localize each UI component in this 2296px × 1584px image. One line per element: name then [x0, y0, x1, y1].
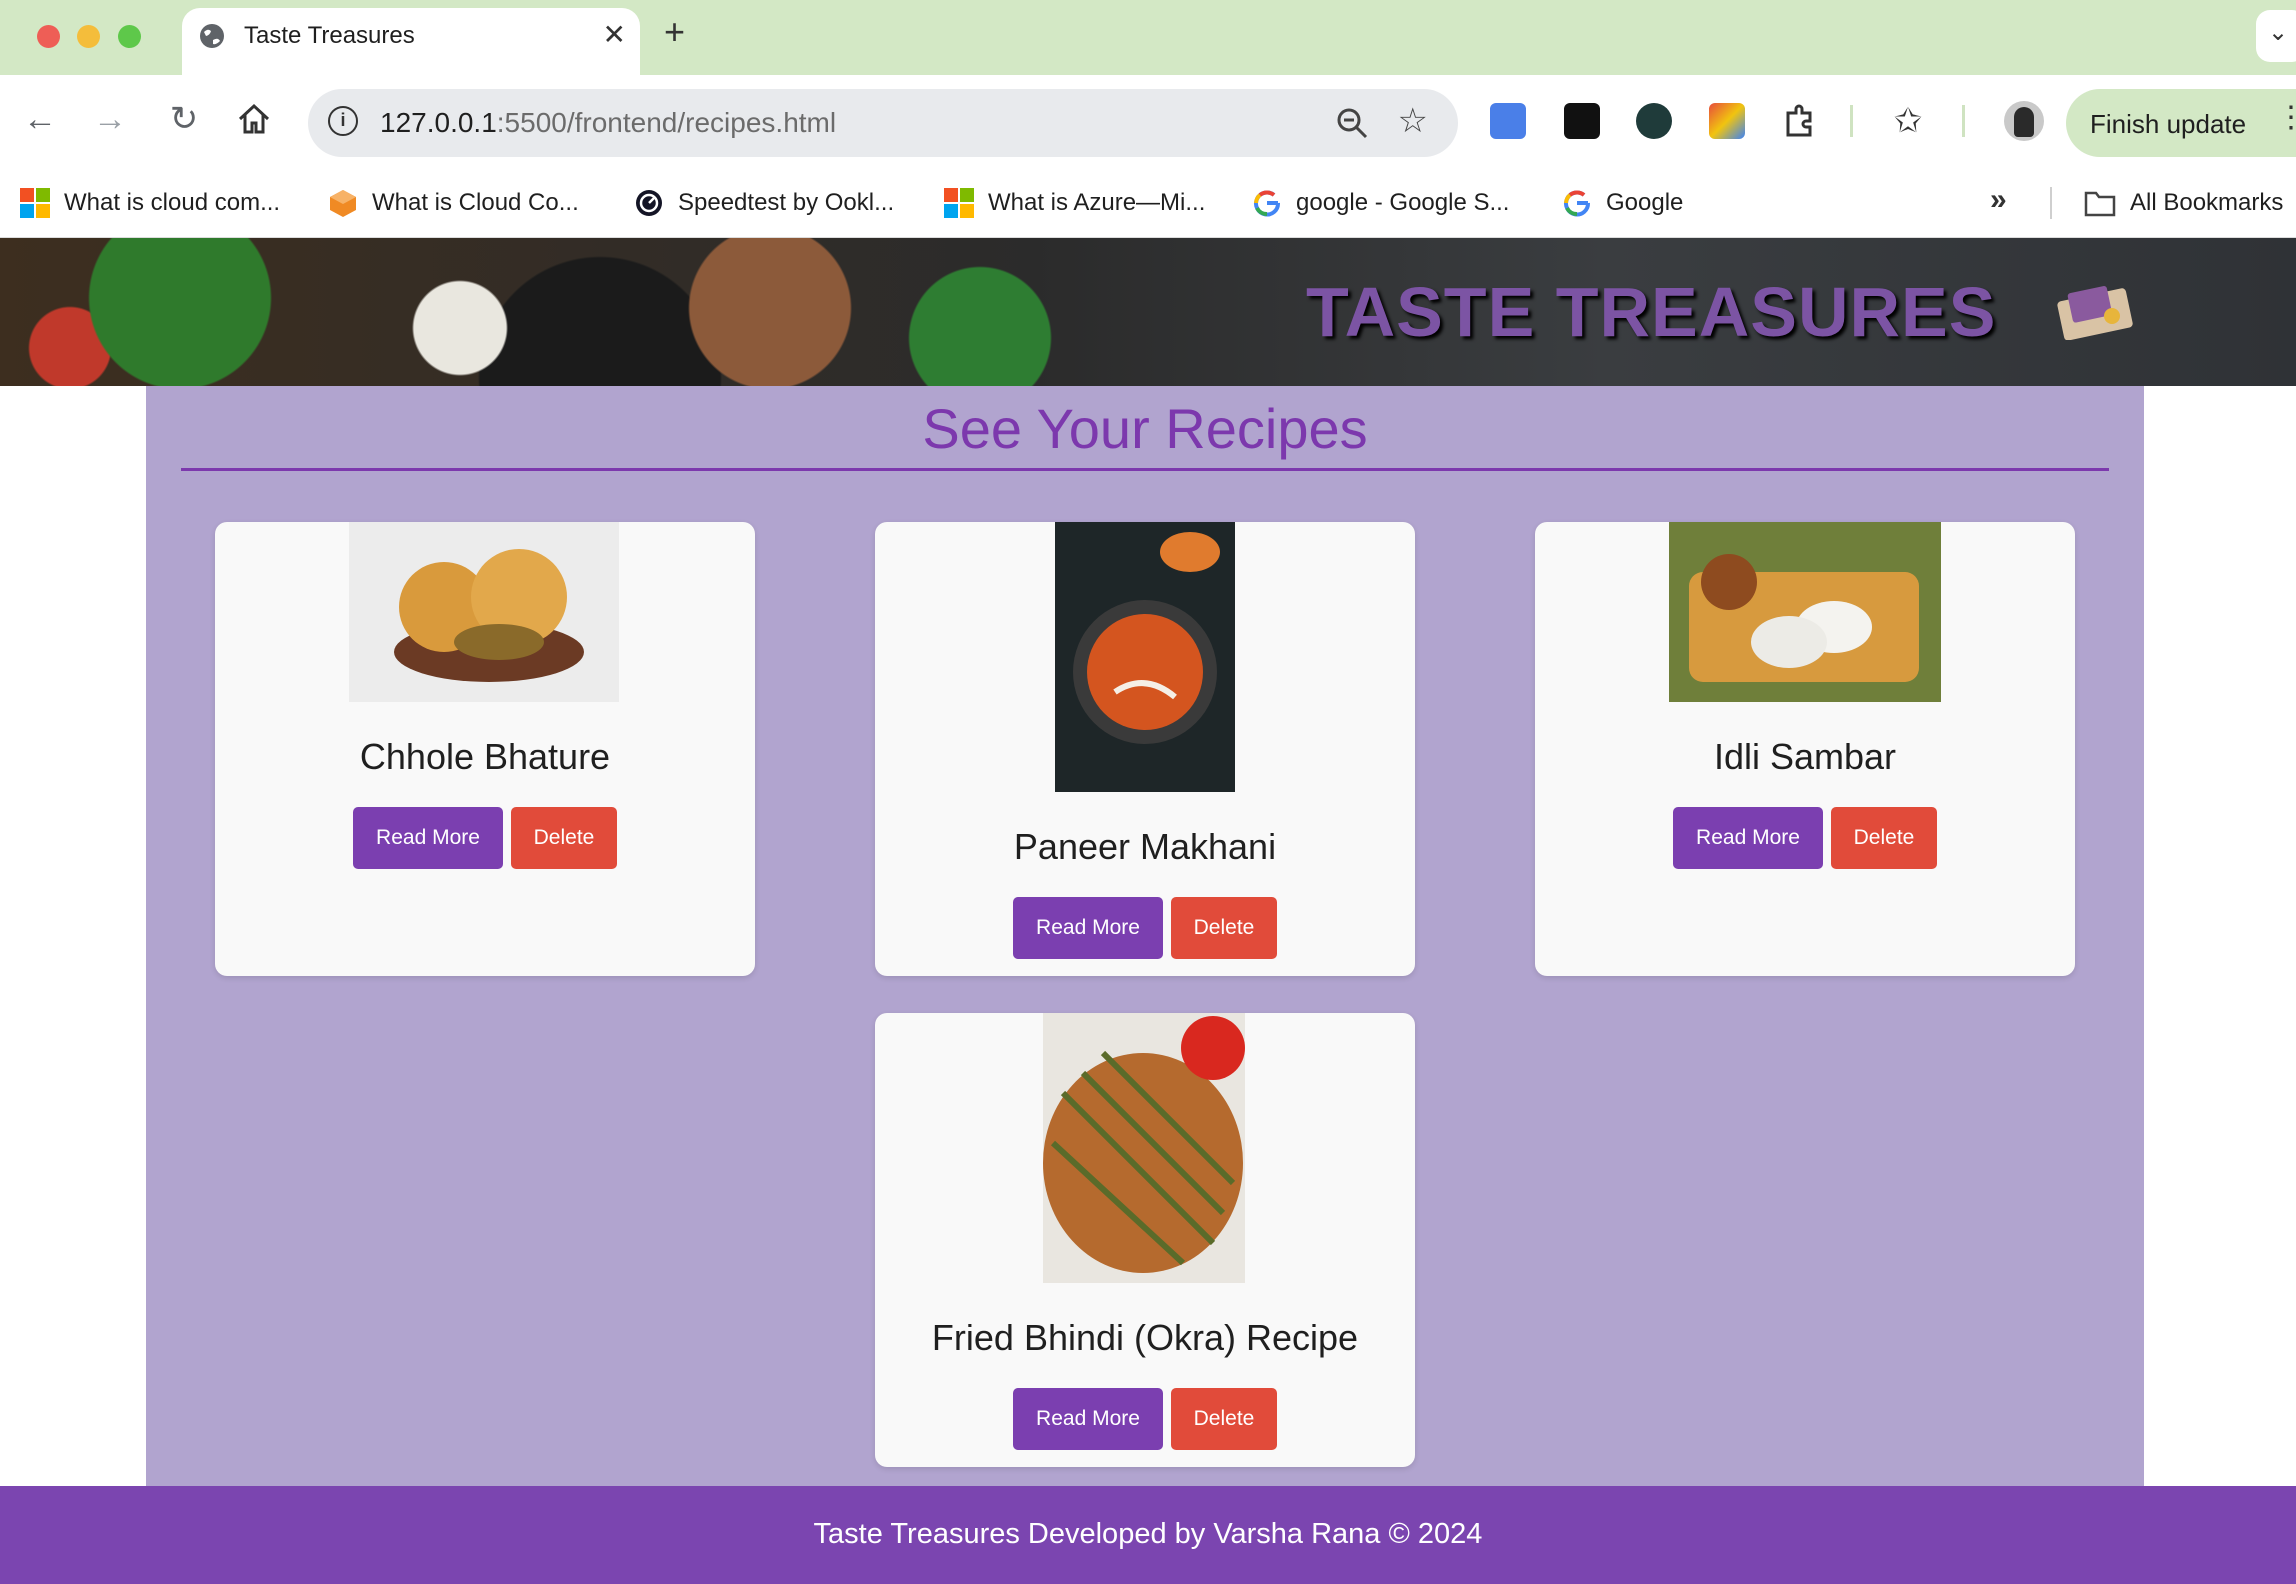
- puzzle-icon[interactable]: [1782, 103, 1818, 139]
- all-bookmarks-label: All Bookmarks: [2130, 189, 2284, 216]
- cube-icon: [330, 190, 356, 217]
- home-icon[interactable]: [236, 101, 272, 137]
- extension-icon[interactable]: [1564, 103, 1600, 139]
- recipe-card: Chhole Bhature Read More Delete: [215, 522, 755, 976]
- read-more-button[interactable]: Read More: [1013, 897, 1163, 959]
- title-underline: [181, 468, 2109, 471]
- zoom-icon[interactable]: [1334, 105, 1370, 141]
- header-banner: TASTE TREASURES: [0, 238, 2296, 386]
- read-more-button[interactable]: Read More: [353, 807, 503, 869]
- footer-text: Taste Treasures Developed by Varsha Rana…: [813, 1518, 1483, 1550]
- bookmarks-bar: What is cloud com... What is Cloud Co...…: [0, 171, 2296, 238]
- recipe-image-chhole-bhature: [349, 522, 619, 702]
- maximize-window-button[interactable]: [118, 25, 141, 48]
- google-icon: [1254, 190, 1281, 217]
- chevron-down-icon: ⌄: [2268, 19, 2289, 46]
- translate-extension-icon[interactable]: [1490, 103, 1526, 139]
- recipe-title: Paneer Makhani: [1013, 826, 1277, 867]
- bookmark-label: Google: [1606, 189, 1684, 216]
- browser-toolbar: ← → ↻ i 127.0.0.1:5500/frontend/recipes.…: [0, 75, 2296, 171]
- bookmark-label: google - Google S...: [1296, 189, 1510, 216]
- back-icon[interactable]: ←: [20, 99, 60, 139]
- delete-button[interactable]: Delete: [1171, 1388, 1277, 1450]
- site-info-icon[interactable]: i: [328, 106, 358, 136]
- google-icon: [1564, 190, 1591, 217]
- bookmark-item[interactable]: What is cloud com...: [20, 181, 280, 225]
- more-menu-icon[interactable]: ⋮: [2276, 103, 2296, 133]
- microsoft-icon: [20, 188, 50, 218]
- finish-update-button[interactable]: Finish update ⋮: [2066, 89, 2296, 157]
- toolbar-divider: [1850, 105, 1853, 137]
- recipe-card: Fried Bhindi (Okra) Recipe Read More Del…: [875, 1013, 1415, 1467]
- site-logo-title: TASTE TREASURES: [1306, 273, 1997, 351]
- extension-icon[interactable]: [1709, 103, 1745, 139]
- bookmark-item[interactable]: What is Cloud Co...: [328, 181, 579, 225]
- close-icon[interactable]: ✕: [603, 18, 626, 51]
- close-window-button[interactable]: [37, 25, 60, 48]
- recipe-image-paneer-makhani: [1055, 522, 1235, 792]
- bookmark-label: What is Cloud Co...: [372, 189, 579, 216]
- finish-update-label: Finish update: [2090, 109, 2247, 139]
- toolbar-divider: [1962, 105, 1965, 137]
- url-text: 127.0.0.1:5500/frontend/recipes.html: [380, 107, 837, 138]
- bookmark-label: What is cloud com...: [64, 189, 281, 216]
- page-title: See Your Recipes: [922, 397, 1368, 460]
- reload-icon[interactable]: ↻: [164, 99, 204, 139]
- delete-button[interactable]: Delete: [1171, 897, 1277, 959]
- bookmark-item[interactable]: Google: [1562, 181, 1683, 225]
- recipe-title: Idli Sambar: [1713, 736, 1897, 777]
- bookmark-star-icon[interactable]: ☆: [1398, 101, 1428, 141]
- minimize-window-button[interactable]: [77, 25, 100, 48]
- profile-avatar[interactable]: [2004, 101, 2044, 141]
- forward-icon[interactable]: →: [90, 99, 130, 139]
- read-more-button[interactable]: Read More: [1673, 807, 1823, 869]
- bookmark-item[interactable]: Speedtest by Ookl...: [634, 181, 894, 225]
- recipe-card: Idli Sambar Read More Delete: [1535, 522, 2075, 976]
- recipe-book-icon: [2057, 286, 2133, 340]
- extension-icon[interactable]: [1636, 103, 1672, 139]
- speedtest-icon: [636, 190, 662, 216]
- tab-title: Taste Treasures: [244, 22, 415, 49]
- bookmark-label: What is Azure—Mi...: [988, 189, 1206, 216]
- delete-button[interactable]: Delete: [1831, 807, 1937, 869]
- reading-list-star-icon[interactable]: ✩: [1890, 103, 1926, 139]
- recipe-title: Fried Bhindi (Okra) Recipe: [931, 1317, 1359, 1358]
- recipe-image-fried-bhindi: [1043, 1013, 1245, 1283]
- web-page: TASTE TREASURES See Your Recipes Chhole …: [0, 238, 2296, 1584]
- more-bookmarks-icon[interactable]: »: [1990, 183, 2007, 217]
- bookmark-label: Speedtest by Ookl...: [678, 189, 895, 216]
- bookmark-item[interactable]: google - Google S...: [1252, 181, 1509, 225]
- recipe-card: Paneer Makhani Read More Delete: [875, 522, 1415, 976]
- address-bar[interactable]: i 127.0.0.1:5500/frontend/recipes.html ☆: [308, 89, 1458, 157]
- globe-icon: [200, 24, 224, 48]
- all-bookmarks-button[interactable]: All Bookmarks: [2084, 181, 2283, 225]
- bookmarks-divider: [2050, 187, 2052, 219]
- new-tab-button[interactable]: +: [664, 14, 685, 50]
- recipes-section: See Your Recipes Chhole Bhature Read Mor…: [146, 386, 2144, 1486]
- recipe-image-idli-sambar: [1669, 522, 1941, 702]
- recipe-title: Chhole Bhature: [359, 736, 611, 777]
- tab-bar: Taste Treasures ✕ + ⌄: [0, 0, 2296, 75]
- tab-search-button[interactable]: ⌄: [2256, 10, 2296, 62]
- bookmark-item[interactable]: What is Azure—Mi...: [944, 181, 1205, 225]
- active-tab[interactable]: Taste Treasures ✕: [182, 8, 640, 75]
- microsoft-icon: [944, 188, 974, 218]
- delete-button[interactable]: Delete: [511, 807, 617, 869]
- read-more-button[interactable]: Read More: [1013, 1388, 1163, 1450]
- folder-icon: [2084, 191, 2116, 217]
- page-footer: Taste Treasures Developed by Varsha Rana…: [0, 1486, 2296, 1584]
